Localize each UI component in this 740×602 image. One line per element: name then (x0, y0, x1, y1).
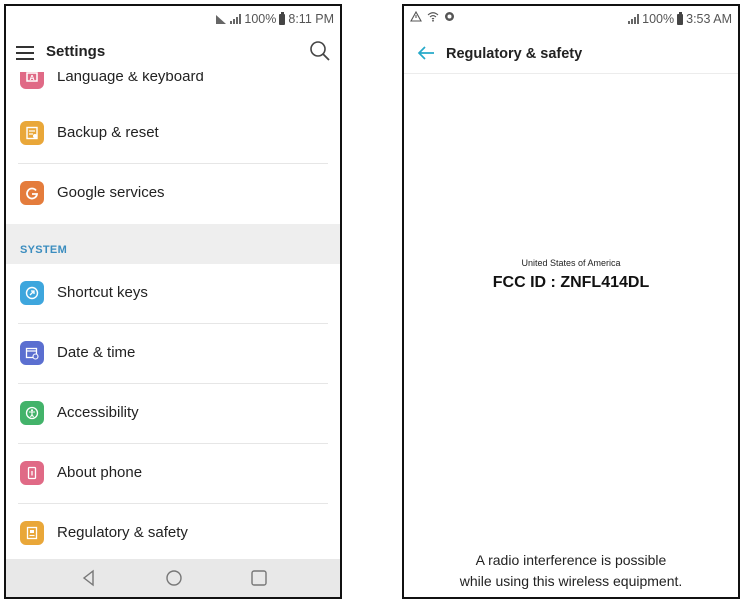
page-title: Settings (46, 43, 106, 60)
status-bar: 100% 3:53 AM (404, 6, 738, 32)
menu-icon[interactable] (16, 46, 34, 60)
svg-text:A: A (29, 75, 34, 82)
sync-icon (445, 12, 454, 21)
settings-item-accessibility[interactable]: Accessibility (6, 384, 340, 444)
backup-icon (20, 121, 44, 145)
notice-line: while using this wireless equipment. (459, 573, 683, 589)
status-bar: 100% 8:11 PM (6, 6, 340, 32)
accessibility-icon (20, 401, 44, 425)
regulatory-icon (20, 521, 44, 545)
calendar-clock-icon (20, 341, 44, 365)
interference-notice: A radio interference is possible while u… (404, 550, 738, 592)
settings-item-date-time[interactable]: Date & time (6, 324, 340, 384)
settings-item-label: Date & time (57, 344, 136, 361)
settings-item-google[interactable]: Google services (6, 164, 340, 224)
app-bar: Settings (6, 32, 340, 72)
settings-item-label: Accessibility (57, 404, 139, 421)
settings-item-backup[interactable]: Backup & reset (6, 104, 340, 164)
settings-item-about-phone[interactable]: About phone (6, 444, 340, 504)
signal-icon (628, 14, 640, 24)
warning-icon (410, 11, 422, 22)
section-label: SYSTEM (20, 244, 68, 256)
battery-level: 100% (244, 12, 277, 26)
back-icon[interactable] (80, 569, 98, 587)
fcc-id: FCC ID : ZNFL414DL (492, 274, 650, 291)
settings-item-label: Backup & reset (57, 124, 159, 141)
google-icon (20, 181, 44, 205)
notice-line: A radio interference is possible (475, 552, 667, 568)
battery-icon (279, 11, 286, 25)
settings-item-regulatory[interactable]: Regulatory & safety (6, 504, 340, 564)
phone-info-icon (20, 461, 44, 485)
nfc-icon (216, 14, 227, 24)
signal-icon (230, 14, 242, 24)
settings-item-shortcut-keys[interactable]: Shortcut keys (6, 264, 340, 324)
settings-item-label: Regulatory & safety (57, 524, 188, 541)
clock: 3:53 AM (686, 12, 732, 26)
wifi-icon (427, 12, 439, 22)
section-header-system: SYSTEM (6, 224, 340, 264)
settings-screen: A Language & keyboard Backup & reset Goo… (4, 4, 342, 599)
home-icon[interactable] (165, 569, 183, 587)
back-arrow-icon[interactable] (416, 43, 436, 63)
shortcut-icon (20, 281, 44, 305)
battery-level: 100% (642, 12, 675, 26)
country-label: United States of America (521, 258, 621, 268)
regulatory-screen: 100% 3:53 AM Regulatory & safety United … (402, 4, 740, 599)
search-icon[interactable] (308, 39, 332, 63)
settings-item-label: Shortcut keys (57, 284, 148, 301)
settings-item-label: Google services (57, 184, 165, 201)
app-bar: Regulatory & safety (404, 32, 738, 74)
recent-apps-icon[interactable] (250, 569, 268, 587)
clock: 8:11 PM (288, 12, 334, 26)
settings-item-label: About phone (57, 464, 143, 481)
battery-icon (677, 11, 684, 25)
page-title: Regulatory & safety (446, 46, 583, 62)
navigation-bar (6, 559, 340, 597)
